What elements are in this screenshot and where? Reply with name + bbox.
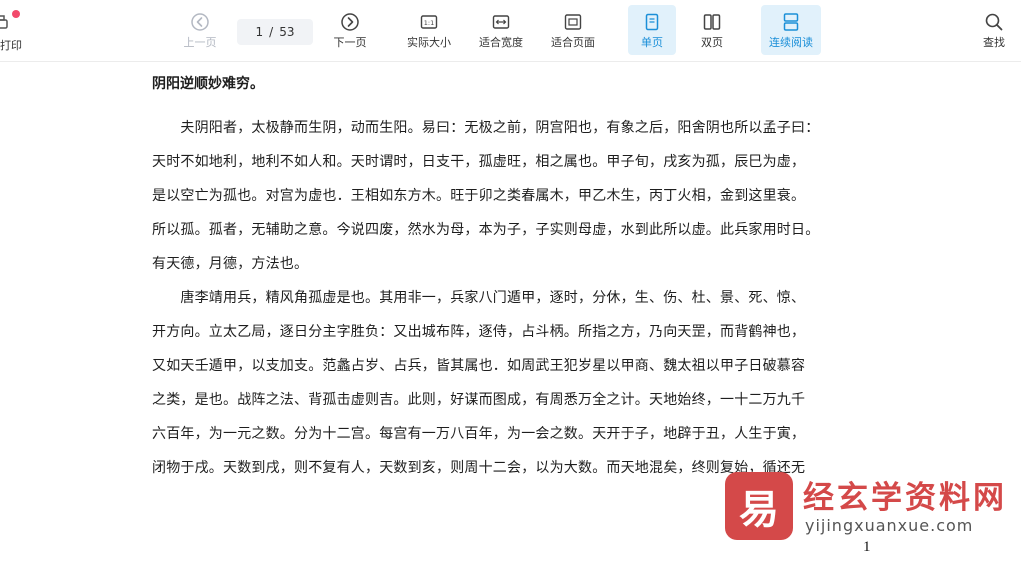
section-heading: 阴阳逆顺妙难穷。 [152, 76, 264, 92]
svg-text:1:1: 1:1 [424, 19, 434, 27]
text-line: 开方向。立太乙局，逐日分主字胜负：又出城布阵，逐侍，占斗柄。所指之方，乃向天罡，… [152, 324, 806, 340]
continuous-read-icon [783, 13, 799, 31]
next-page-button[interactable]: 下一页 [328, 5, 372, 55]
text-line: 有天德，月德，方法也。 [152, 256, 309, 272]
fit-page-button[interactable]: 适合页面 [546, 5, 600, 55]
text-line: 夫阴阳者，太极静而生阴，动而生阳。易曰：无极之前，阴宫阳也，有象之后，阳舍阴也所… [152, 120, 820, 136]
toolbar: 打印 上一页 1 / 53 下一页 1:1 实际大小 适合宽度 适合页面 单页 … [0, 0, 1021, 62]
arrow-right-circle-icon [341, 13, 359, 31]
page-separator: / [269, 25, 274, 39]
next-page-label: 下一页 [333, 36, 367, 49]
text-line: 之类，是也。战阵之法、背孤击虚则吉。此则，好谋而图成，有周悉万全之计。天地始终，… [152, 392, 806, 408]
fit-width-label: 适合宽度 [479, 36, 523, 49]
fit-page-icon [564, 14, 582, 30]
double-page-button[interactable]: 双页 [690, 5, 734, 55]
notification-dot [12, 10, 20, 18]
single-page-label: 单页 [641, 36, 663, 49]
fit-width-icon [492, 15, 510, 29]
print-icon [0, 15, 8, 29]
search-label: 查找 [983, 36, 1005, 49]
total-pages: 53 [279, 25, 295, 39]
single-page-button[interactable]: 单页 [628, 5, 676, 55]
print-label: 打印 [0, 39, 22, 52]
double-page-icon [703, 14, 721, 30]
fit-page-label: 适合页面 [551, 36, 595, 49]
search-button[interactable]: 查找 [974, 5, 1014, 55]
prev-page-button[interactable]: 上一页 [178, 5, 222, 55]
text-line: 唐李靖用兵，精风角孤虚是也。其用非一，兵家八门遁甲，逐时，分休，生、伤、杜、景、… [152, 290, 806, 306]
prev-page-label: 上一页 [183, 36, 217, 49]
continuous-read-button[interactable]: 连续阅读 [761, 5, 821, 55]
actual-size-label: 实际大小 [407, 36, 451, 49]
text-line: 天时不如地利，地利不如人和。天时谓时，日支干，孤虚旺，相之属也。甲子旬，戌亥为孤… [152, 154, 806, 170]
watermark: 易 经玄学资料网 yijingxuanxue.com [725, 472, 1015, 540]
text-line: 是以空亡为孤也。对宫为虚也．王相如东方木。旺于卯之类春属木，甲乙木生，丙丁火相，… [152, 188, 806, 204]
page-number: 1 [863, 539, 871, 555]
single-page-icon [645, 13, 659, 31]
double-page-label: 双页 [701, 36, 723, 49]
text-line: 六百年，为一元之数。分为十二宫。每宫有一万八百年，为一会之数。天开于子，地辟于丑… [152, 426, 806, 442]
watermark-title: 经玄学资料网 [803, 480, 1007, 516]
actual-size-button[interactable]: 1:1 实际大小 [402, 5, 456, 55]
actual-size-icon: 1:1 [420, 15, 438, 29]
print-button[interactable]: 打印 [0, 5, 26, 55]
watermark-url: yijingxuanxue.com [805, 516, 974, 535]
text-line: 所以孤。孤者，无辅助之意。今说四废，然水为母，本为子，子实则母虚，水到此所以虚。… [152, 222, 820, 238]
text-line: 又如天壬遁甲，以支加支。范蠡占岁、占兵，皆其属也．如周武王犯岁星以甲商、魏太祖以… [152, 358, 806, 374]
page-indicator[interactable]: 1 / 53 [237, 19, 313, 45]
arrow-left-circle-icon [191, 13, 209, 31]
watermark-logo: 易 [725, 472, 793, 540]
fit-width-button[interactable]: 适合宽度 [474, 5, 528, 55]
current-page[interactable]: 1 [256, 25, 264, 39]
continuous-read-label: 连续阅读 [769, 36, 813, 49]
search-icon [985, 13, 1003, 31]
